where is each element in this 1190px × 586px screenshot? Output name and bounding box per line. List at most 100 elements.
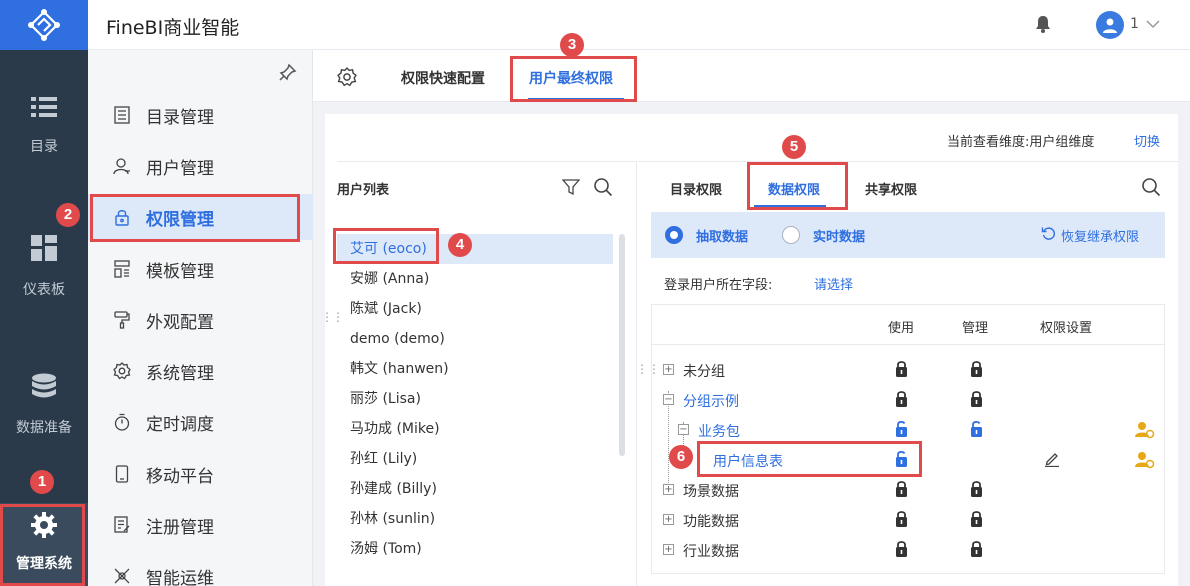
tree-node-label[interactable]: 功能数据 <box>683 511 739 531</box>
table-header-divider <box>652 344 1164 345</box>
lock-icon[interactable] <box>969 480 984 502</box>
annotation-badge: 4 <box>448 233 472 257</box>
annotation-box <box>333 228 439 264</box>
register-icon <box>112 515 132 535</box>
realtime-label[interactable]: 实时数据 <box>813 226 865 245</box>
annotation-box <box>697 441 922 477</box>
nav-item-schedule[interactable]: 定时调度 <box>88 399 313 445</box>
collapse-icon[interactable]: − <box>663 394 674 405</box>
template-icon <box>112 259 132 279</box>
lock-icon[interactable] <box>894 360 909 382</box>
tree-node-label[interactable]: 未分组 <box>683 361 725 381</box>
tab-quick-config[interactable]: 权限快速配置 <box>401 68 485 88</box>
nav-item-system[interactable]: 系统管理 <box>88 348 313 394</box>
catalog-icon <box>112 105 132 125</box>
extract-radio[interactable] <box>665 226 683 244</box>
search-icon[interactable] <box>1141 177 1161 201</box>
expand-icon[interactable]: + <box>663 514 674 525</box>
realtime-radio[interactable] <box>782 226 800 244</box>
settings-icon[interactable] <box>337 67 357 91</box>
collapse-icon[interactable]: − <box>678 424 689 435</box>
user-list-item[interactable]: 丽莎 (Lisa) <box>337 384 613 414</box>
expand-icon[interactable]: + <box>663 484 674 495</box>
user-list-item[interactable]: 陈斌 (Jack) <box>337 294 613 324</box>
search-icon[interactable] <box>593 177 613 201</box>
tree-node-label[interactable]: 行业数据 <box>683 541 739 561</box>
rail-item-label: 数据准备 <box>16 420 72 436</box>
drag-handle-icon[interactable]: ⋮⋮ <box>321 310 344 324</box>
lock-icon[interactable] <box>894 510 909 532</box>
nav-item-label: 系统管理 <box>146 363 214 384</box>
table-row: + 未分组 <box>652 355 1164 385</box>
expand-icon[interactable]: + <box>663 364 674 375</box>
unlock-icon[interactable] <box>894 420 909 442</box>
rail-item-catalog[interactable]: 目录 <box>0 96 88 186</box>
nav-item-label: 移动平台 <box>146 466 214 487</box>
restore-inherit-button[interactable]: 恢复继承权限 <box>1041 226 1139 245</box>
login-field-select[interactable]: 请选择 <box>814 274 853 293</box>
user-list-item[interactable]: 孙红 (Lily) <box>337 444 613 474</box>
data-mode-bar: 抽取数据 实时数据 恢复继承权限 <box>651 212 1165 258</box>
user-list-panel: 用户列表 艾可 (eoco) 安娜 (Anna) 陈斌 (Jack) demo (de… <box>321 161 637 586</box>
user-list-item[interactable]: 孙林 (sunlin) <box>337 504 613 534</box>
nav-item-templates[interactable]: 模板管理 <box>88 246 313 292</box>
unlock-icon[interactable] <box>969 420 984 442</box>
nav-item-label: 目录管理 <box>146 107 214 128</box>
rail-item-dashboard[interactable]: 仪表板 <box>0 235 88 325</box>
user-permission-icon[interactable] <box>1135 421 1155 443</box>
user-list-item[interactable]: 马功成 (Mike) <box>337 414 613 444</box>
app-logo-icon[interactable] <box>0 0 88 50</box>
pin-icon[interactable] <box>279 63 297 85</box>
admin-nav: 目录管理 用户管理 权限管理 模板管理 外观配置 系统管理 定时调度 移动平台 … <box>88 50 313 586</box>
tree-node-label[interactable]: 分组示例 <box>683 391 739 411</box>
table-row: − 分组示例 <box>652 385 1164 415</box>
nav-item-users[interactable]: 用户管理 <box>88 143 313 189</box>
user-list-title: 用户列表 <box>337 183 390 198</box>
tree-node-label[interactable]: 业务包 <box>698 421 740 441</box>
mobile-icon <box>112 464 132 484</box>
avatar[interactable] <box>1096 11 1124 39</box>
user-list-item[interactable]: 安娜 (Anna) <box>337 264 613 294</box>
tab-catalog-permission[interactable]: 目录权限 <box>670 179 722 198</box>
restore-label: 恢复继承权限 <box>1061 230 1140 245</box>
bell-icon[interactable] <box>1035 15 1051 37</box>
expand-icon[interactable]: + <box>663 544 674 555</box>
tree-node-label[interactable]: 场景数据 <box>683 481 739 501</box>
edit-icon[interactable] <box>1044 451 1060 471</box>
tab-share-permission[interactable]: 共享权限 <box>865 179 917 198</box>
extract-label[interactable]: 抽取数据 <box>696 226 748 245</box>
rail-item-data-prep[interactable]: 数据准备 <box>0 373 88 463</box>
annotation-box <box>510 56 637 102</box>
login-field-label: 登录用户所在字段: <box>664 278 773 293</box>
nav-item-register[interactable]: 注册管理 <box>88 502 313 548</box>
nav-item-mobile[interactable]: 移动平台 <box>88 451 313 497</box>
timer-icon <box>112 412 132 432</box>
user-list-item[interactable]: 韩文 (hanwen) <box>337 354 613 384</box>
lock-icon[interactable] <box>894 480 909 502</box>
dimension-label: 当前查看维度:用户组维度 <box>947 135 1095 150</box>
dimension-switch-link[interactable]: 切换 <box>1134 131 1160 150</box>
lock-icon[interactable] <box>969 390 984 412</box>
nav-item-appearance[interactable]: 外观配置 <box>88 297 313 343</box>
filter-icon[interactable] <box>561 178 581 200</box>
annotation-badge: 5 <box>782 135 806 159</box>
user-list-item[interactable]: demo (demo) <box>337 324 613 354</box>
table-row: + 行业数据 <box>652 535 1164 565</box>
lock-icon[interactable] <box>969 510 984 532</box>
nav-item-ops[interactable]: 智能运维 <box>88 553 313 586</box>
ops-icon <box>112 566 132 586</box>
chevron-down-icon[interactable] <box>1146 17 1160 33</box>
user-list-item[interactable]: 汤姆 (Tom) <box>337 534 613 564</box>
lock-icon[interactable] <box>969 540 984 562</box>
header-use: 使用 <box>888 321 915 336</box>
nav-item-label: 智能运维 <box>146 568 214 586</box>
user-name[interactable]: 1 <box>1130 16 1139 32</box>
database-icon <box>31 373 57 403</box>
user-list-item[interactable]: 孙建成 (Billy) <box>337 474 613 504</box>
nav-item-catalog[interactable]: 目录管理 <box>88 92 313 138</box>
lock-icon[interactable] <box>969 360 984 382</box>
lock-icon[interactable] <box>894 390 909 412</box>
lock-icon[interactable] <box>894 540 909 562</box>
user-list-scrollbar[interactable] <box>619 234 625 456</box>
user-permission-icon[interactable] <box>1135 451 1155 473</box>
